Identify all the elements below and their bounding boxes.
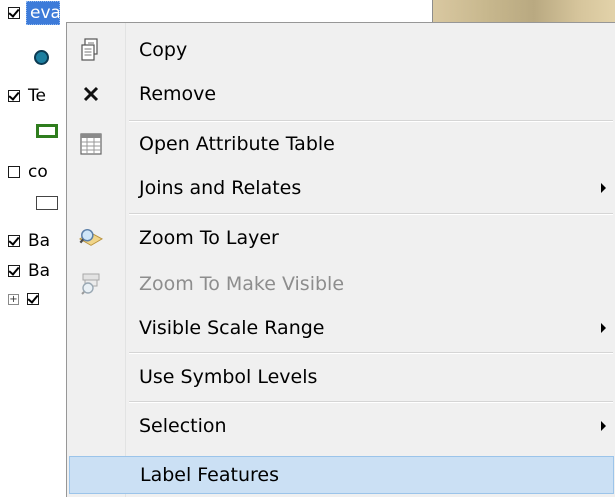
menu-item-joins-and-relates[interactable]: Joins and Relates [69,169,614,207]
toc-layer-evan[interactable]: evan [8,0,60,26]
toc-layer-ba-2[interactable]: Ba [8,258,50,284]
layer-name[interactable]: co [28,162,48,182]
menu-item-label: Visible Scale Range [139,317,325,339]
menu-separator [129,213,613,215]
submenu-arrow-icon [601,323,606,333]
layer-name-selected[interactable]: evan [26,1,60,25]
menu-item-copy[interactable]: Copy [69,31,614,69]
copy-icon [79,38,103,62]
table-icon [79,132,103,156]
menu-item-label: Joins and Relates [139,177,302,199]
layer-visibility-checkbox[interactable] [8,166,20,178]
layer-name[interactable]: Te [28,86,46,106]
layer-name[interactable]: Ba [28,261,50,281]
expand-icon[interactable]: + [8,293,19,305]
map-view[interactable] [432,0,615,22]
layer-name[interactable]: Ba [28,231,50,251]
menu-item-label: Label Features [140,464,279,486]
menu-item-label-features[interactable]: Label Features [69,456,614,494]
layer-visibility-checkbox[interactable] [8,235,20,247]
menu-item-use-symbol-levels[interactable]: Use Symbol Levels [69,358,614,396]
menu-separator [129,352,613,354]
menu-item-open-attribute-table[interactable]: Open Attribute Table [69,125,614,163]
point-symbol-icon [34,50,49,65]
menu-item-zoom-to-layer[interactable]: Zoom To Layer [69,219,614,257]
zoom-to-layer-icon [79,226,103,250]
table-of-contents: evan Te co Ba Ba + [0,0,70,497]
menu-item-remove[interactable]: Remove [69,75,614,113]
layer-visibility-checkbox[interactable] [8,90,20,102]
layer-visibility-checkbox[interactable] [8,7,20,19]
menu-item-zoom-to-make-visible[interactable]: Zoom To Make Visible [69,265,614,303]
zoom-visible-icon [79,272,103,296]
menu-item-label: Zoom To Make Visible [139,273,345,295]
menu-item-label: Copy [139,39,188,61]
menu-item-label: Selection [139,415,227,437]
toc-layer-co[interactable]: co [8,159,48,185]
layer-visibility-checkbox[interactable] [27,293,39,305]
menu-item-selection[interactable]: Selection [69,407,614,445]
menu-separator [129,401,613,403]
layer-context-menu: Copy Remove Open Attribute Table Joins a… [66,22,615,497]
toc-group-layer[interactable]: + [8,286,39,312]
remove-icon [79,82,103,106]
menu-item-label: Remove [139,83,217,105]
menu-item-label: Zoom To Layer [139,227,279,249]
layer-visibility-checkbox[interactable] [8,265,20,277]
toc-layer-te[interactable]: Te [8,83,46,109]
menu-item-visible-scale-range[interactable]: Visible Scale Range [69,309,614,347]
menu-separator [129,120,613,122]
polygon-symbol-empty-icon [36,196,58,210]
submenu-arrow-icon [601,183,606,193]
menu-item-label: Open Attribute Table [139,133,335,155]
submenu-arrow-icon [601,421,606,431]
menu-item-label: Use Symbol Levels [139,366,318,388]
toc-layer-ba-1[interactable]: Ba [8,228,50,254]
polygon-symbol-green-icon [36,124,58,138]
